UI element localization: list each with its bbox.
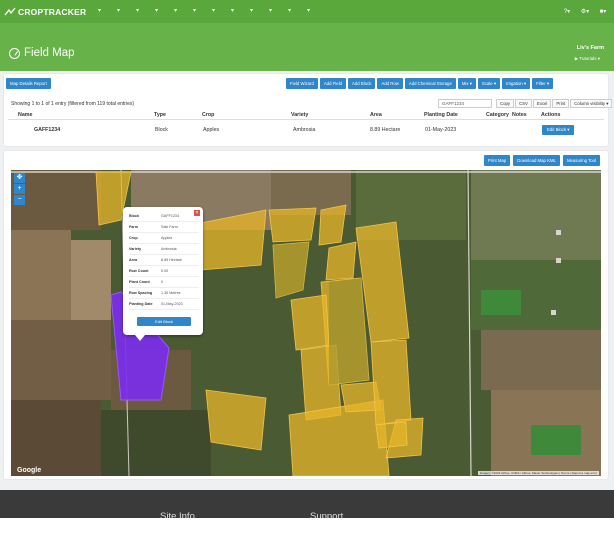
- block-info-popup: × Block GAFF1234 Farm Saki Farm Crop Apples…: [123, 207, 203, 335]
- nav-gear-icon[interactable]: ▾: [223, 0, 242, 23]
- table-header: Name Type Crop Variety Area Planting Dat…: [8, 111, 604, 120]
- pan-control-icon[interactable]: ✥: [14, 173, 25, 183]
- logo-icon: [4, 7, 16, 15]
- zoom-out-icon[interactable]: −: [14, 195, 25, 205]
- popup-row: Plant Count 0: [129, 280, 199, 288]
- add-row-button[interactable]: Add Row: [377, 78, 403, 89]
- edit-block-button[interactable]: Edit Block ▾: [542, 125, 575, 135]
- nav-chart-icon[interactable]: ▾: [166, 0, 185, 23]
- settings-icon[interactable]: ⚙▾: [576, 8, 594, 15]
- print-map-button[interactable]: Print Map: [483, 155, 511, 166]
- map-attribution[interactable]: Imagery ©2023 Airbus, CNES / Airbus, Max…: [477, 471, 599, 475]
- map-panel: Print Map Download Map KML Measuring Too…: [4, 151, 608, 479]
- cell-variety: Ambrosia: [293, 127, 316, 133]
- col-actions: Actions: [541, 112, 561, 118]
- footer: Site Info Support: [0, 490, 614, 522]
- export-buttons: Copy CSV Excel Print Column visibility ▾: [496, 99, 613, 108]
- zoom-in-icon[interactable]: +: [14, 184, 25, 194]
- nav-bookmark-icon[interactable]: ▾: [90, 0, 109, 23]
- table-row[interactable]: GAFF1234 Block Apples Ambrosia 8.89 Hect…: [8, 124, 604, 137]
- col-variety[interactable]: Variety: [291, 112, 308, 118]
- cell-type: Block: [155, 127, 168, 133]
- nav-pin-icon[interactable]: ▾: [280, 0, 299, 23]
- popup-row: Planting Date 01-May-2023: [129, 302, 199, 310]
- filter-dropdown[interactable]: Filter ▾: [532, 78, 553, 89]
- csv-button[interactable]: CSV: [515, 99, 532, 108]
- cell-crop: Apples: [203, 127, 220, 133]
- map-details-report-button[interactable]: Map Details Report: [6, 78, 51, 89]
- popup-row: Crop Apples: [129, 236, 199, 244]
- page-header: Field Map: [0, 23, 614, 71]
- table-info: Showing 1 to 1 of 1 entry (filtered from…: [11, 101, 135, 107]
- nav-flag-icon[interactable]: ▾: [261, 0, 280, 23]
- col-name[interactable]: Name: [18, 112, 32, 118]
- popup-row: Area 8.89 Hectare: [129, 258, 199, 266]
- top-navbar: CROPTRACKER ▾ ▾ ▾ ▾ ▾ ▾ ▾ ▾ ▾ ▾ ▾ ▾ ?▾ ⚙…: [0, 0, 614, 23]
- col-type[interactable]: Type: [154, 112, 166, 118]
- check-circle-icon: [9, 47, 20, 59]
- popup-row: Row Count 0.00: [129, 269, 199, 277]
- excel-button[interactable]: Excel: [532, 99, 552, 108]
- nav-plant-icon[interactable]: ▾: [242, 0, 261, 23]
- app-logo[interactable]: CROPTRACKER: [0, 7, 90, 17]
- toolbar-buttons: Field Wizard Add Field Add Block Add Row…: [286, 78, 553, 89]
- cell-name: GAFF1234: [34, 127, 61, 133]
- map-canvas[interactable]: ✥ + − × Block GAFF1234 Farm Saki Farm Crop…: [11, 170, 601, 476]
- logo-text: CROPTRACKER: [18, 6, 87, 17]
- map-buttons: Print Map Download Map KML Measuring Too…: [483, 155, 600, 166]
- measuring-tool-button[interactable]: Measuring Tool: [562, 155, 600, 166]
- popup-tail: [135, 335, 145, 341]
- help-icon[interactable]: ?▾: [558, 8, 576, 15]
- popup-row: Row Spacing 1.30 Metres: [129, 291, 199, 299]
- google-logo: Google: [17, 467, 42, 474]
- cell-planting-date: 01-May-2023: [425, 127, 457, 133]
- col-category[interactable]: Category: [486, 112, 509, 118]
- popup-edit-block-button[interactable]: Edit Block: [137, 317, 191, 326]
- popup-row: Block GAFF1234: [129, 214, 199, 222]
- add-chemical-storage-button[interactable]: Add Chemical Storage: [404, 78, 456, 89]
- col-area[interactable]: Area: [370, 112, 382, 118]
- add-block-button[interactable]: Add Block: [348, 78, 376, 89]
- nav-right: ?▾ ⚙▾ ■▾: [558, 0, 612, 23]
- page-title: Field Map: [9, 47, 75, 59]
- table-search-input[interactable]: [438, 99, 492, 108]
- tutorials-link[interactable]: ▶ Tutorials ▾: [575, 56, 600, 62]
- mix-dropdown[interactable]: Mix ▾: [457, 78, 476, 89]
- print-button[interactable]: Print: [552, 99, 570, 108]
- irrigation-dropdown[interactable]: Irrigation ▾: [502, 78, 531, 89]
- user-menu-icon[interactable]: ■▾: [594, 8, 612, 15]
- col-notes[interactable]: Notes: [512, 112, 527, 118]
- popup-row: Farm Saki Farm: [129, 225, 199, 233]
- copy-button[interactable]: Copy: [496, 99, 515, 108]
- field-table-panel: Map Details Report Field Wizard Add Fiel…: [4, 74, 613, 146]
- nav-menu: ▾ ▾ ▾ ▾ ▾ ▾ ▾ ▾ ▾ ▾ ▾ ▾: [90, 0, 318, 23]
- col-crop[interactable]: Crop: [202, 112, 214, 118]
- nav-device-icon[interactable]: ▾: [299, 0, 318, 23]
- farm-name[interactable]: Liv's Farm: [577, 45, 604, 51]
- nav-clipboard-icon[interactable]: ▾: [147, 0, 166, 23]
- bottom-strip: [0, 518, 614, 540]
- download-kml-button[interactable]: Download Map KML: [513, 155, 560, 166]
- popup-row: Variety Ambrosia: [129, 247, 199, 255]
- col-planting-date[interactable]: Planting Date: [424, 112, 458, 118]
- cell-area: 8.89 Hectare: [370, 127, 401, 133]
- nav-tools-icon[interactable]: ▾: [109, 0, 128, 23]
- nav-grid-icon[interactable]: ▾: [128, 0, 147, 23]
- scale-dropdown[interactable]: Scale ▾: [477, 78, 500, 89]
- column-visibility-button[interactable]: Column visibility ▾: [570, 99, 613, 108]
- satellite-map[interactable]: [11, 170, 601, 476]
- nav-person-icon[interactable]: ▾: [204, 0, 223, 23]
- add-field-button[interactable]: Add Field: [319, 78, 347, 89]
- map-controls: ✥ + −: [14, 173, 26, 206]
- nav-truck-icon[interactable]: ▾: [185, 0, 204, 23]
- page-title-text: Field Map: [24, 47, 75, 59]
- field-wizard-button[interactable]: Field Wizard: [286, 78, 318, 89]
